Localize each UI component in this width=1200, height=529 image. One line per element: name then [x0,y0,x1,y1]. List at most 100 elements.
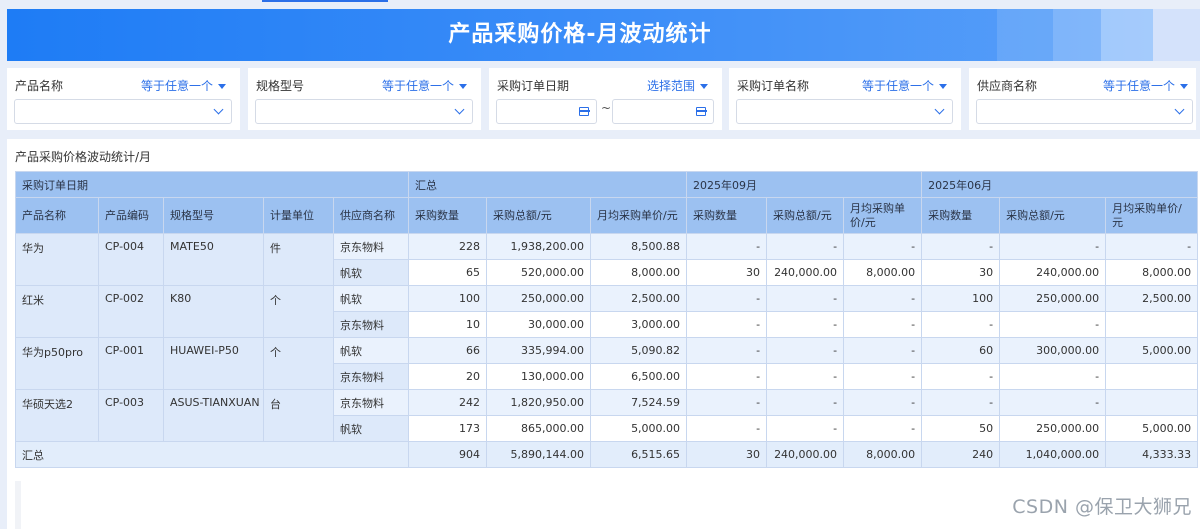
cell-value: - [843,415,923,442]
filter-operator-dropdown[interactable]: 等于任意一个 [1103,77,1188,94]
column-header[interactable]: 采购总额/元 [486,197,592,234]
cell-value: - [921,363,1001,390]
cell-product: 华为 [15,233,99,286]
cell-value: 8,500.88 [590,233,688,260]
cell-value: 5,000.00 [1105,337,1199,364]
column-header[interactable]: 供应商名称 [332,197,410,234]
cell-value: 100 [408,285,488,312]
cell-value: 8,000.00 [843,259,923,286]
cell-spec: ASUS-TIANXUAN [163,389,264,442]
column-header[interactable]: 产品名称 [15,197,99,234]
cell-product: 华硕天选2 [15,389,99,442]
filter-operator-dropdown[interactable]: 等于任意一个 [382,77,467,94]
caret-down-icon [939,84,947,89]
supplier-name-select[interactable] [976,99,1193,124]
filter-operator-dropdown[interactable]: 等于任意一个 [141,77,226,94]
product-name-select[interactable] [14,99,232,124]
cell-spec: MATE50 [163,233,264,286]
chevron-down-icon [454,104,465,115]
cell-value: - [921,389,1001,416]
cell-value: 520,000.00 [486,259,592,286]
cell-value: - [766,311,845,338]
filter-operator-dropdown[interactable]: 等于任意一个 [862,77,947,94]
total-value: 904 [408,441,488,468]
date-start-input[interactable] [496,99,597,124]
total-label: 汇总 [15,441,410,468]
filter-label: 采购订单名称 [737,79,810,93]
cell-supplier: 帆软 [332,415,410,442]
cell-product: 华为p50pro [15,337,99,390]
cell-value: 30 [921,259,1001,286]
report-panel: 产品采购价格波动统计/月 采购订单日期 汇总 2025年09月 2025年06月… [7,139,1200,529]
filter-operator-dropdown[interactable]: 选择范围 [647,77,708,94]
total-value: 8,000.00 [843,441,923,468]
column-header[interactable]: 月均采购单价/元 [843,197,923,234]
cell-value: 8,000.00 [1105,259,1199,286]
date-end-input[interactable] [612,99,714,124]
cell-value: - [843,311,923,338]
cell-value: 240,000.00 [999,259,1107,286]
column-header[interactable]: 采购总额/元 [766,197,845,234]
total-row: 汇总 904 5,890,144.00 6,515.65 30 240,000.00 8,0… [15,441,1199,468]
cell-value: - [686,285,768,312]
report-table-wrapper[interactable]: 采购订单日期 汇总 2025年09月 2025年06月 产品名称 产品编码 规格型号… [15,171,1200,481]
cell-value: 228 [408,233,488,260]
column-header[interactable]: 月均采购单价/元 [590,197,688,234]
page-title: 产品采购价格-月波动统计 [448,22,712,47]
cell-value: - [686,311,768,338]
column-header[interactable]: 采购数量 [921,197,1001,234]
top-tab-indicator [262,0,388,2]
cell-value: - [843,363,923,390]
total-value: 4,333.33 [1105,441,1199,468]
cell-value [1105,363,1199,390]
column-header[interactable]: 采购数量 [686,197,768,234]
cell-value: - [921,233,1001,260]
total-value: 240 [921,441,1001,468]
cell-value: 865,000.00 [486,415,592,442]
column-header[interactable]: 规格型号 [163,197,264,234]
column-header[interactable]: 产品编码 [98,197,164,234]
header-summary-group: 汇总 [408,171,688,198]
cell-value: 5,000.00 [1105,415,1199,442]
horizontal-scrollbar[interactable] [15,481,21,529]
filter-label: 产品名称 [15,79,64,93]
cell-unit: 个 [263,337,334,390]
total-value: 30 [686,441,768,468]
cell-value: 240,000.00 [766,259,845,286]
cell-value: 1,938,200.00 [486,233,592,260]
order-name-select[interactable] [736,99,953,124]
date-range-separator: ~ [601,101,612,115]
cell-value: 50 [921,415,1001,442]
cell-value: 60 [921,337,1001,364]
cell-spec: HUAWEI-P50 [163,337,264,390]
total-value: 240,000.00 [766,441,845,468]
table-row: 华为p50pro CP-001 HUAWEI-P50 个帆软 66 335,994.00 5… [15,337,1199,390]
banner-side-panel [1153,9,1200,61]
cell-value: - [766,233,845,260]
cell-supplier: 帆软 [332,285,410,312]
calendar-icon [578,107,590,116]
caret-down-icon [218,84,226,89]
column-header[interactable]: 采购总额/元 [999,197,1107,234]
cell-code: CP-003 [98,389,164,442]
spec-model-select[interactable] [255,99,473,124]
cell-product: 红米 [15,285,99,338]
column-header[interactable]: 采购数量 [408,197,488,234]
cell-value: 30,000.00 [486,311,592,338]
filter-spec-model: 规格型号 等于任意一个 [248,68,481,130]
cell-code: CP-002 [98,285,164,338]
cell-value: 242 [408,389,488,416]
cell-value: - [999,389,1107,416]
column-header[interactable]: 计量单位 [263,197,334,234]
table-row: 红米 CP-002 K80 个帆软 100 250,000.00 2,500.00- - -10… [15,285,1199,338]
watermark: CSDN @保卫大狮兄 [1012,496,1192,518]
cell-supplier: 京东物料 [332,389,410,416]
cell-value: 10 [408,311,488,338]
cell-value: 2,500.00 [590,285,688,312]
filter-order-date: 采购订单日期 选择范围 ~ [489,68,722,130]
cell-unit: 个 [263,285,334,338]
column-header[interactable]: 月均采购单价/元 [1105,197,1199,234]
cell-value: 30 [686,259,768,286]
cell-unit: 台 [263,389,334,442]
total-value: 1,040,000.00 [999,441,1107,468]
